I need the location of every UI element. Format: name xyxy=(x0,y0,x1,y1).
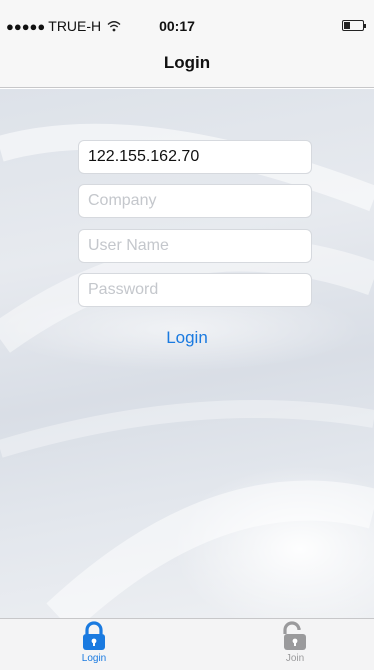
battery-icon xyxy=(342,20,366,31)
lock-open-icon xyxy=(283,621,306,650)
tab-login[interactable]: Login xyxy=(54,619,134,670)
page-title: Login xyxy=(163,53,211,72)
tab-bar: Login Join xyxy=(0,618,374,670)
server-address-input[interactable] xyxy=(78,140,312,174)
lock-closed-icon xyxy=(83,621,105,650)
login-button[interactable]: Login xyxy=(0,328,374,348)
tab-login-label: Login xyxy=(81,653,107,664)
password-input[interactable] xyxy=(78,273,312,307)
navigation-bar: Login xyxy=(0,40,374,88)
company-input[interactable] xyxy=(78,184,312,218)
battery-level xyxy=(344,22,350,29)
tab-join[interactable]: Join xyxy=(255,619,335,670)
tab-join-label: Join xyxy=(285,653,305,664)
status-bar: ●●●●● TRUE-H 00:17 xyxy=(0,0,374,40)
status-time: 00:17 xyxy=(159,18,195,34)
login-content: Login xyxy=(0,89,374,618)
username-input[interactable] xyxy=(78,229,312,263)
